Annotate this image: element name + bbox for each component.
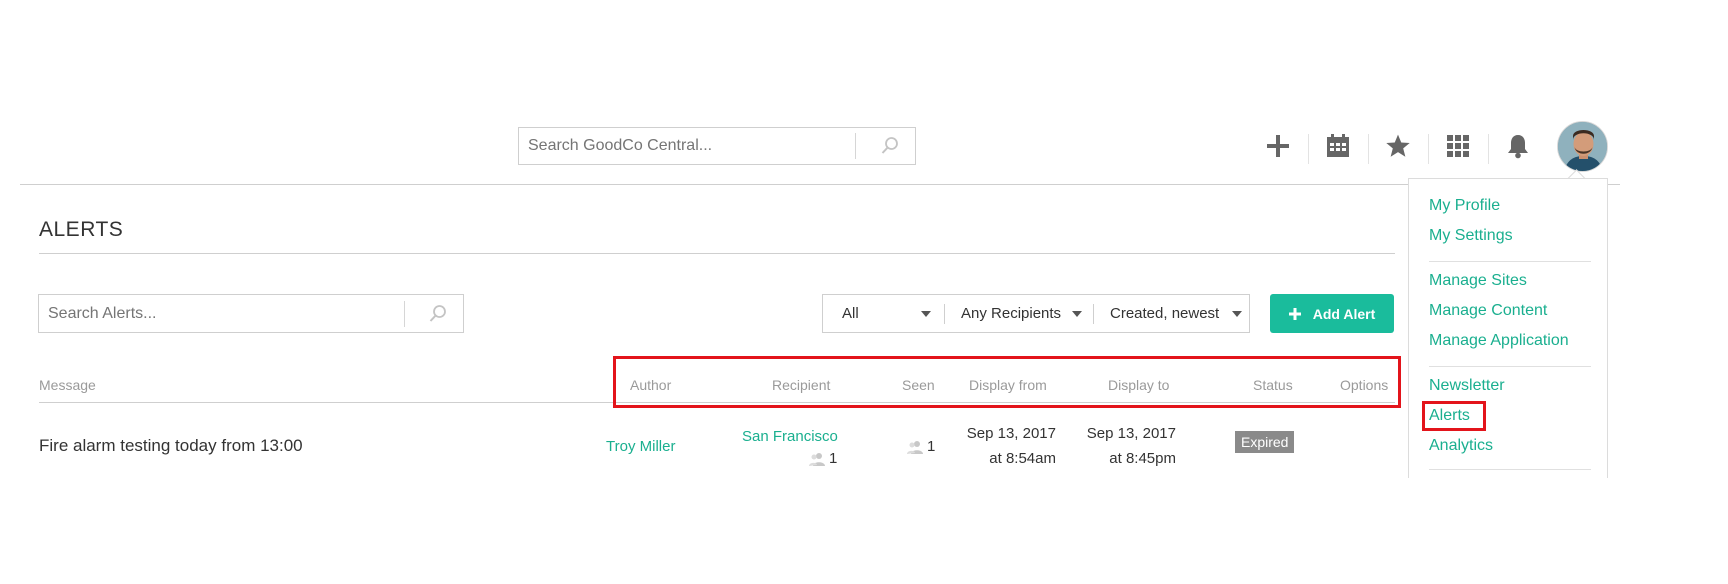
- alert-message[interactable]: Fire alarm testing today from 13:00: [39, 436, 303, 456]
- search-icon: [429, 304, 446, 322]
- header-divider: [20, 184, 1620, 185]
- alert-author-link[interactable]: Troy Miller: [606, 438, 675, 455]
- search-divider: [855, 133, 856, 159]
- favorites-button[interactable]: [1373, 130, 1423, 162]
- chevron-down-icon: [921, 310, 931, 317]
- plus-icon: [1288, 307, 1301, 320]
- seen-count: 1: [907, 438, 935, 455]
- users-icon: [907, 440, 923, 454]
- sort-dropdown[interactable]: Created, newest: [1094, 295, 1250, 332]
- menu-item-my-settings[interactable]: My Settings: [1429, 227, 1513, 245]
- chevron-down-icon: [1072, 310, 1082, 317]
- global-search-input[interactable]: [528, 128, 858, 164]
- menu-item-my-profile[interactable]: My Profile: [1429, 197, 1500, 215]
- alert-recipient-link[interactable]: San Francisco: [742, 428, 838, 445]
- apps-button[interactable]: [1433, 130, 1483, 162]
- search-icon: [881, 137, 898, 154]
- global-search-button[interactable]: [865, 128, 915, 164]
- user-menu: My Profile My Settings Manage Sites Mana…: [1408, 178, 1608, 478]
- apps-grid-icon: [1447, 135, 1469, 157]
- menu-item-newsletter[interactable]: Newsletter: [1429, 377, 1505, 395]
- add-alert-label: Add Alert: [1312, 305, 1376, 322]
- alerts-search-input[interactable]: [48, 295, 398, 332]
- calendar-icon: [1327, 134, 1349, 157]
- column-headers-highlight: [613, 356, 1401, 408]
- status-badge: Expired: [1235, 431, 1295, 453]
- menu-item-manage-application[interactable]: Manage Application: [1429, 332, 1569, 350]
- menu-item-analytics[interactable]: Analytics: [1429, 437, 1493, 455]
- recipient-count: 1: [809, 450, 837, 467]
- avatar-photo-icon: [1558, 122, 1607, 171]
- toolbar-separator: [1308, 134, 1309, 164]
- menu-item-manage-content[interactable]: Manage Content: [1429, 302, 1547, 320]
- alerts-search-box[interactable]: [38, 294, 464, 333]
- recipients-filter-value: Any Recipients: [961, 305, 1062, 322]
- filter-bar: All Any Recipients Created, newest: [822, 294, 1250, 333]
- display-from-time: at 8:54am: [989, 450, 1056, 467]
- display-from-date: Sep 13, 2017: [966, 425, 1056, 442]
- toolbar-separator: [1428, 134, 1429, 164]
- star-icon: [1386, 134, 1410, 157]
- users-icon: [809, 452, 825, 466]
- add-new-button[interactable]: [1253, 130, 1303, 162]
- display-to-time: at 8:45pm: [1109, 450, 1176, 467]
- page-title: ALERTS: [39, 218, 124, 241]
- type-filter-dropdown[interactable]: All: [823, 295, 943, 332]
- column-header-message[interactable]: Message: [39, 377, 96, 393]
- menu-divider: [1429, 366, 1591, 367]
- type-filter-value: All: [842, 305, 859, 322]
- title-divider: [39, 253, 1395, 254]
- status-badge-label: Expired: [1235, 431, 1295, 453]
- recipients-filter-dropdown[interactable]: Any Recipients: [945, 295, 1093, 332]
- bell-icon: [1508, 135, 1528, 159]
- toolbar-separator: [1368, 134, 1369, 164]
- global-search-box[interactable]: [518, 127, 916, 165]
- alerts-search-button[interactable]: [413, 295, 463, 332]
- search-divider: [404, 301, 405, 327]
- add-alert-button[interactable]: Add Alert: [1270, 294, 1394, 333]
- calendar-button[interactable]: [1313, 130, 1363, 162]
- user-avatar[interactable]: [1557, 121, 1608, 172]
- display-to-date: Sep 13, 2017: [1086, 425, 1176, 442]
- chevron-down-icon: [1232, 310, 1242, 317]
- alerts-menu-highlight: [1422, 401, 1486, 431]
- toolbar-separator: [1488, 134, 1489, 164]
- seen-count-value: 1: [927, 438, 936, 455]
- menu-divider: [1429, 261, 1591, 262]
- menu-divider: [1429, 469, 1591, 470]
- plus-icon: [1267, 135, 1289, 157]
- recipient-count-value: 1: [829, 450, 838, 467]
- sort-value: Created, newest: [1110, 305, 1220, 322]
- menu-item-manage-sites[interactable]: Manage Sites: [1429, 272, 1527, 290]
- notifications-button[interactable]: [1493, 130, 1543, 162]
